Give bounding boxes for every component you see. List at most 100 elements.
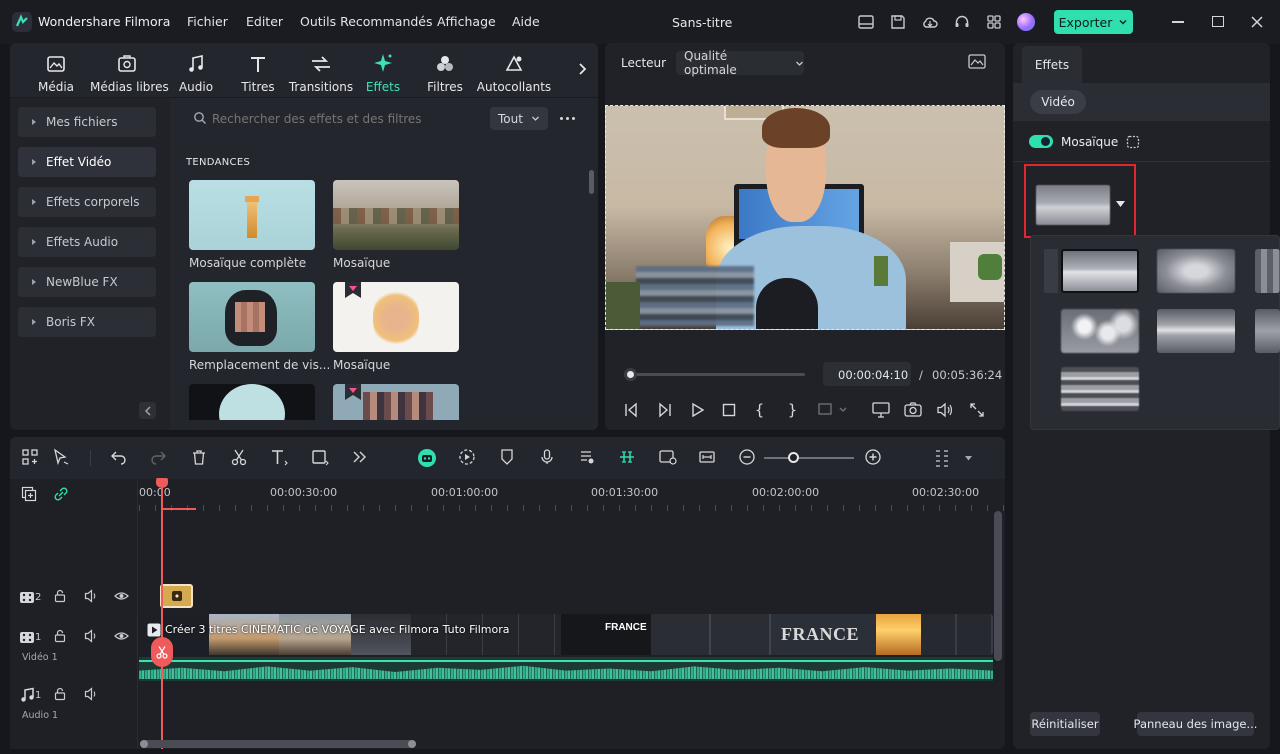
- preview-render-icon[interactable]: [658, 448, 678, 468]
- export-button[interactable]: Exporter: [1054, 10, 1133, 34]
- display-settings-icon[interactable]: [872, 402, 890, 418]
- more-options-icon[interactable]: [560, 117, 575, 120]
- effect-thumb-mosaic[interactable]: [333, 180, 459, 250]
- menu-editer[interactable]: Editer: [246, 14, 283, 29]
- volume-icon[interactable]: [936, 402, 954, 418]
- audio-waveform[interactable]: [139, 657, 993, 681]
- mosaic-type-preview[interactable]: [1036, 185, 1110, 225]
- minimize-icon[interactable]: [1172, 21, 1184, 23]
- mask-region-icon[interactable]: [1126, 135, 1140, 149]
- fullscreen-icon[interactable]: [969, 402, 985, 418]
- filter-select[interactable]: Tout: [490, 107, 548, 130]
- library-scrollbar[interactable]: [589, 170, 594, 194]
- zoom-in-icon[interactable]: [864, 448, 884, 468]
- redo-icon[interactable]: [149, 448, 169, 468]
- zoom-out-icon[interactable]: [738, 448, 758, 468]
- marker-icon[interactable]: [498, 448, 518, 468]
- menu-fichier[interactable]: Fichier: [187, 14, 228, 29]
- menu-aide[interactable]: Aide: [512, 14, 540, 29]
- playback-progress-track[interactable]: [625, 373, 805, 376]
- effect-thumb-face-replace[interactable]: [189, 282, 315, 352]
- tab-media[interactable]: Média: [20, 50, 92, 96]
- sidebar-item-my-files[interactable]: Mes fichiers: [18, 107, 156, 137]
- audio-mixer-icon[interactable]: [578, 448, 598, 468]
- keyframe-panel-button[interactable]: Panneau des image...: [1134, 712, 1257, 736]
- next-frame-icon[interactable]: [657, 402, 673, 418]
- effect-thumb-partial[interactable]: [189, 384, 315, 420]
- mosaic-style-stripe[interactable]: [1157, 309, 1235, 353]
- reset-button[interactable]: Réinitialiser: [1030, 712, 1100, 736]
- sidebar-item-newblue[interactable]: NewBlue FX: [18, 267, 156, 297]
- mark-out-icon[interactable]: }: [788, 401, 797, 419]
- stop-icon[interactable]: [722, 403, 736, 417]
- layout-icon[interactable]: [857, 13, 875, 31]
- play-icon[interactable]: [690, 402, 706, 418]
- split-scissors-button[interactable]: [151, 637, 173, 667]
- mosaic-toggle[interactable]: [1029, 135, 1053, 148]
- playback-progress-handle[interactable]: [624, 368, 637, 381]
- sidebar-item-boris[interactable]: Boris FX: [18, 307, 156, 337]
- mosaic-style-pixel[interactable]: [1255, 249, 1280, 293]
- tab-filters[interactable]: Filtres: [409, 50, 481, 96]
- add-track-icon[interactable]: [21, 486, 37, 502]
- mosaic-style-blur-2[interactable]: [1157, 249, 1235, 293]
- eye-icon[interactable]: [114, 629, 130, 645]
- lock-icon[interactable]: [53, 629, 69, 645]
- text-tool-icon[interactable]: [270, 448, 290, 468]
- lock-icon[interactable]: [53, 687, 69, 703]
- mosaic-style-lines[interactable]: [1061, 367, 1139, 411]
- lock-icon[interactable]: [53, 589, 69, 605]
- sidebar-item-video-effects[interactable]: Effet Vidéo: [18, 147, 156, 177]
- playhead-line[interactable]: [161, 481, 163, 749]
- snapshot-compare-icon[interactable]: [968, 54, 986, 70]
- tab-titles[interactable]: Titres: [222, 50, 294, 96]
- subtab-video[interactable]: Vidéo: [1030, 90, 1086, 114]
- speaker-icon[interactable]: [84, 589, 100, 605]
- motion-tracking-icon[interactable]: [458, 448, 478, 468]
- close-icon[interactable]: [1250, 15, 1264, 29]
- scissors-split-icon[interactable]: [230, 448, 250, 468]
- effects-search-input[interactable]: [212, 108, 482, 130]
- fit-timeline-icon[interactable]: [698, 448, 718, 468]
- snap-magnet-icon[interactable]: [618, 448, 638, 468]
- more-tools-icon[interactable]: [351, 448, 371, 468]
- menu-outils[interactable]: Outils Recommandés: [300, 14, 433, 29]
- mosaic-style-blur-1[interactable]: [1061, 249, 1139, 293]
- zoom-slider-track[interactable]: [764, 457, 854, 459]
- link-icon[interactable]: [53, 486, 69, 502]
- undo-icon[interactable]: [110, 448, 130, 468]
- dropdown-left-scroll[interactable]: [1044, 249, 1058, 293]
- save-icon[interactable]: [889, 13, 907, 31]
- zoom-slider-handle[interactable]: [788, 452, 799, 463]
- tab-stickers[interactable]: Autocollants: [476, 50, 552, 96]
- menu-affichage[interactable]: Affichage: [437, 14, 496, 29]
- chevron-right-icon[interactable]: [578, 62, 588, 76]
- account-avatar-icon[interactable]: [1017, 13, 1035, 31]
- delete-trash-icon[interactable]: [190, 448, 210, 468]
- mosaic-style-bokeh[interactable]: [1061, 309, 1139, 353]
- effect-clip[interactable]: [160, 584, 193, 608]
- tab-effects-properties[interactable]: Effets: [1022, 46, 1082, 83]
- apps-grid-icon[interactable]: [985, 13, 1003, 31]
- timeline-vertical-scrollbar[interactable]: [994, 511, 1002, 661]
- speaker-icon[interactable]: [84, 687, 100, 703]
- caret-down-icon[interactable]: [1116, 201, 1125, 208]
- mosaic-style-partial[interactable]: [1255, 309, 1280, 353]
- layout-grid-icon[interactable]: [21, 448, 41, 468]
- shape-crop-icon[interactable]: [311, 448, 331, 468]
- microphone-icon[interactable]: [538, 448, 558, 468]
- support-headset-icon[interactable]: [953, 13, 971, 31]
- effect-thumb-full-mosaic[interactable]: [189, 180, 315, 250]
- mark-in-icon[interactable]: {: [755, 401, 764, 419]
- timeline-horizontal-scrollbar[interactable]: [140, 740, 416, 748]
- camera-snapshot-icon[interactable]: [904, 402, 922, 418]
- tab-free-media[interactable]: Médias libres: [90, 50, 169, 96]
- collapse-sidebar-button[interactable]: [139, 402, 156, 419]
- caret-down-icon[interactable]: [965, 456, 972, 461]
- previous-frame-icon[interactable]: [623, 402, 639, 418]
- video-preview[interactable]: [605, 105, 1005, 330]
- playhead-handle[interactable]: [156, 478, 168, 488]
- cloud-icon[interactable]: [921, 13, 939, 31]
- speaker-icon[interactable]: [84, 629, 100, 645]
- track-layout-icon[interactable]: [934, 448, 954, 468]
